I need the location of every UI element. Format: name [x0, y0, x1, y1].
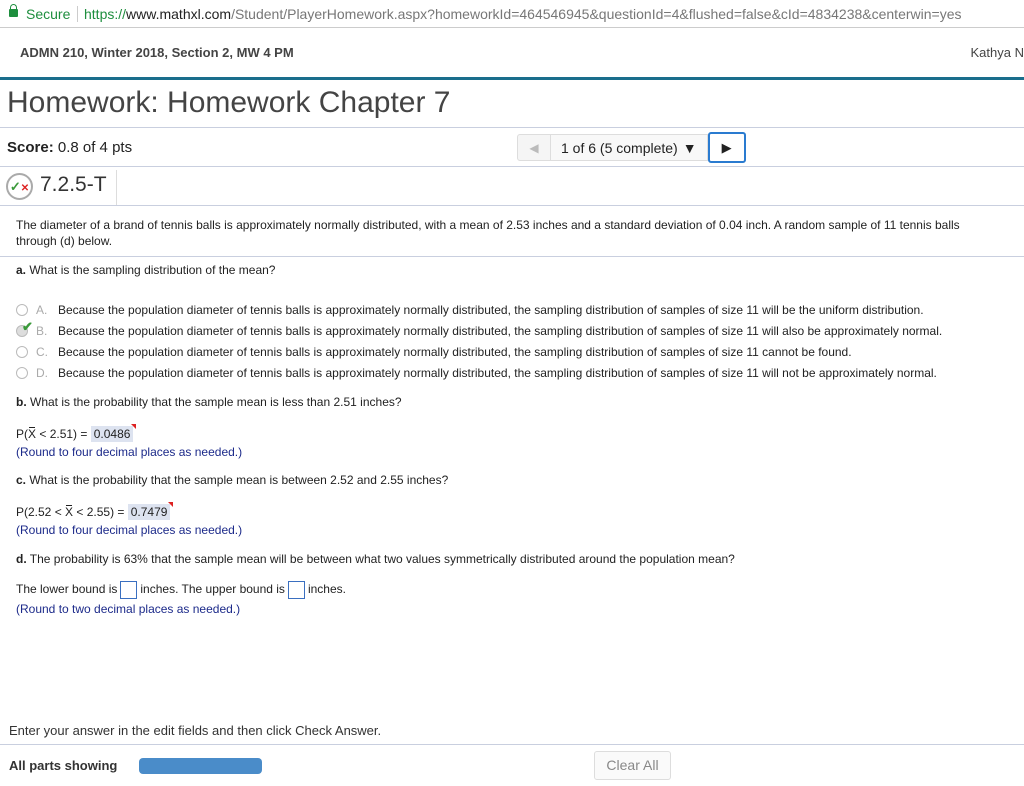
question-stem-line-2: through (d) below. — [16, 234, 113, 248]
url-text[interactable]: https://www.mathxl.com/Student/PlayerHom… — [84, 6, 962, 22]
divider — [0, 205, 1024, 206]
checkmark-icon: ✔ — [22, 319, 33, 334]
option-d[interactable]: D. Because the population diameter of ten… — [0, 366, 1024, 380]
score: Score: 0.8 of 4 pts — [7, 139, 133, 156]
divider — [77, 6, 78, 22]
question-stem-line-1: The diameter of a brand of tennis balls … — [16, 218, 960, 232]
radio-a[interactable] — [16, 304, 28, 316]
part-b-expression: P(X < 2.51) = 0.0486 — [16, 426, 134, 442]
instruction-text: Enter your answer in the edit fields and… — [9, 723, 382, 738]
part-d-bounds: The lower bound is inches. The upper boun… — [16, 581, 346, 599]
part-b-hint: (Round to four decimal places as needed.… — [16, 445, 243, 459]
part-a-prompt: a. What is the sampling distribution of … — [16, 263, 276, 277]
part-c-prompt: c. What is the probability that the samp… — [16, 473, 449, 487]
radio-c[interactable] — [16, 346, 28, 358]
part-c-hint: (Round to four decimal places as needed.… — [16, 523, 243, 537]
radio-d[interactable] — [16, 367, 28, 379]
address-bar[interactable]: Secure https://www.mathxl.com/Student/Pl… — [0, 0, 1024, 28]
divider — [0, 127, 1024, 128]
upper-bound-input[interactable] — [287, 581, 305, 599]
option-b[interactable]: ✔ B. Because the population diameter of te… — [0, 319, 1024, 338]
part-c-expression: P(2.52 < X < 2.55) = 0.7479 — [16, 504, 171, 520]
parts-showing-label: All parts showing — [9, 758, 118, 773]
part-d-prompt: d. The probability is 63% that the sampl… — [16, 552, 735, 566]
option-a[interactable]: A. Because the population diameter of ten… — [0, 303, 1024, 317]
partial-credit-icon: ✓✕ — [6, 173, 33, 200]
part-d-hint: (Round to two decimal places as needed.) — [16, 602, 241, 616]
clear-all-button[interactable]: Clear All — [594, 751, 671, 780]
user-name[interactable]: Kathya N — [971, 45, 1024, 60]
question-id: 7.2.5-T — [40, 173, 107, 196]
lock-icon — [9, 4, 18, 17]
previous-question-button[interactable]: ◀ — [517, 134, 551, 161]
dropdown-arrow-icon: ▼ — [682, 139, 697, 156]
divider — [0, 166, 1024, 167]
part-c-answer[interactable]: 0.7479 — [127, 504, 171, 520]
question-nav: ◀ 1 of 6 (5 complete) ▼ ▶ — [517, 132, 746, 163]
option-c[interactable]: C. Because the population diameter of ten… — [0, 345, 1024, 359]
question-select[interactable]: 1 of 6 (5 complete) ▼ — [551, 134, 708, 161]
part-b-prompt: b. What is the probability that the samp… — [16, 395, 402, 409]
divider — [0, 744, 1024, 745]
part-b-answer[interactable]: 0.0486 — [90, 426, 134, 442]
divider — [0, 256, 1024, 257]
course-name: ADMN 210, Winter 2018, Section 2, MW 4 P… — [20, 45, 294, 60]
header-divider — [0, 77, 1024, 80]
lower-bound-input[interactable] — [120, 581, 138, 599]
secure-label: Secure — [26, 6, 71, 22]
divider — [116, 170, 117, 206]
next-question-button[interactable]: ▶ — [707, 132, 746, 163]
parts-progress-bar — [139, 758, 262, 774]
page-title: Homework: Homework Chapter 7 — [7, 86, 451, 119]
